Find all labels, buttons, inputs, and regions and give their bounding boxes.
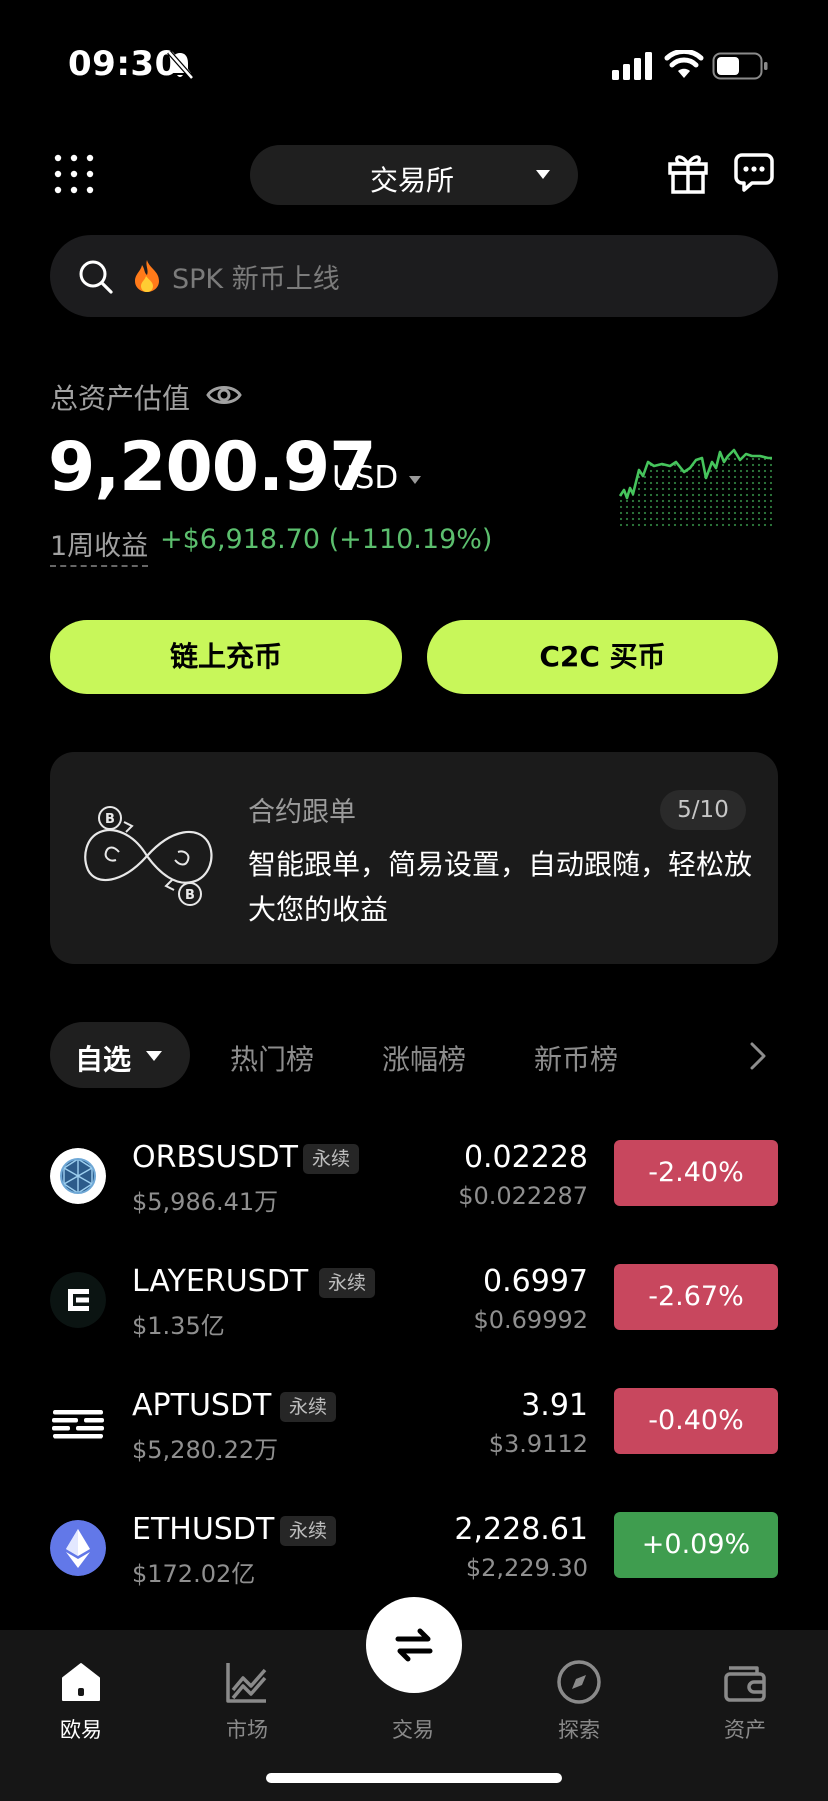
onchain-deposit-button[interactable]: 链上充币 bbox=[50, 620, 402, 694]
search-placeholder: SPK 新币上线 bbox=[172, 264, 340, 295]
compass-icon bbox=[557, 1660, 601, 1704]
chevron-down-icon bbox=[536, 170, 550, 179]
pair-volume: $5,986.41万 bbox=[132, 1188, 279, 1216]
pair-symbol: APTUSDT bbox=[132, 1388, 272, 1423]
exchange-mode-label: 交易所 bbox=[370, 164, 455, 197]
pair-fiat-price: $0.69992 bbox=[473, 1306, 588, 1334]
market-row-aptusdt[interactable]: APTUSDT 永续 $5,280.22万 3.91 $3.9112 -0.40… bbox=[0, 1372, 828, 1482]
market-row-orbsusdt[interactable]: ORBSUSDT 永续 $5,986.41万 0.02228 $0.022287… bbox=[0, 1124, 828, 1234]
chevron-right-icon[interactable] bbox=[746, 1040, 770, 1072]
apps-grid-icon[interactable] bbox=[54, 154, 94, 194]
pair-fiat-price: $0.022287 bbox=[458, 1182, 588, 1210]
weekly-pnl-value: +$6,918.70 (+110.19%) bbox=[160, 524, 493, 555]
copy-trading-description: 智能跟单，简易设置，自动跟随，轻松放大您的收益 bbox=[248, 848, 753, 926]
status-bar: 09:30 bbox=[0, 0, 828, 130]
pair-change-badge[interactable]: -0.40% bbox=[614, 1388, 778, 1454]
aptos-logo-icon bbox=[50, 1396, 106, 1452]
svg-text:B: B bbox=[105, 812, 115, 827]
wifi-icon bbox=[664, 50, 704, 78]
total-assets-label: 总资产估值 bbox=[50, 382, 191, 415]
pair-change-badge[interactable]: -2.40% bbox=[614, 1140, 778, 1206]
pair-price: 0.02228 bbox=[463, 1140, 588, 1175]
gift-icon[interactable] bbox=[668, 152, 708, 194]
nav-discover[interactable]: 探索 bbox=[524, 1658, 634, 1744]
tab-new-listings[interactable]: 新币榜 bbox=[534, 1038, 618, 1078]
pair-change-badge[interactable]: -2.67% bbox=[614, 1264, 778, 1330]
nav-trade-label: 交易 bbox=[392, 1718, 434, 1742]
eye-icon[interactable] bbox=[206, 380, 242, 410]
layer-logo-icon bbox=[50, 1272, 106, 1328]
pair-symbol: LAYERUSDT bbox=[132, 1264, 309, 1299]
status-time: 09:30 bbox=[68, 44, 179, 84]
tab-top-gainers[interactable]: 涨幅榜 bbox=[382, 1038, 466, 1078]
tab-hot-list[interactable]: 热门榜 bbox=[230, 1038, 314, 1078]
perpetual-tag: 永续 bbox=[280, 1516, 337, 1546]
battery-icon bbox=[712, 52, 768, 80]
nav-assets-label: 资产 bbox=[724, 1718, 766, 1742]
pair-fiat-price: $2,229.30 bbox=[465, 1554, 588, 1582]
messages-icon[interactable] bbox=[734, 152, 774, 192]
currency-unit[interactable]: USD bbox=[332, 460, 398, 496]
nav-home[interactable]: 欧易 bbox=[26, 1658, 136, 1744]
pair-price: 2,228.61 bbox=[454, 1512, 588, 1547]
perpetual-tag: 永续 bbox=[303, 1144, 360, 1174]
nav-assets[interactable]: 资产 bbox=[690, 1658, 800, 1744]
cellular-signal-icon bbox=[612, 52, 652, 80]
search-bar[interactable]: SPK 新币上线 bbox=[50, 235, 778, 317]
ethereum-logo-icon bbox=[50, 1520, 106, 1576]
nav-market[interactable]: 市场 bbox=[192, 1658, 302, 1744]
total-assets-value: 9,200.97 bbox=[48, 428, 377, 507]
bell-muted-icon bbox=[167, 50, 194, 80]
pair-change-badge[interactable]: +0.09% bbox=[614, 1512, 778, 1578]
svg-text:B: B bbox=[185, 888, 195, 903]
nav-market-label: 市场 bbox=[226, 1718, 268, 1742]
c2c-buy-button[interactable]: C2C 买币 bbox=[427, 620, 778, 694]
perpetual-tag: 永续 bbox=[280, 1392, 337, 1422]
market-chart-icon bbox=[226, 1663, 267, 1703]
asset-trend-sparkline bbox=[618, 448, 772, 528]
pair-price: 0.6997 bbox=[483, 1264, 588, 1299]
nav-discover-label: 探索 bbox=[558, 1718, 600, 1742]
nav-home-label: 欧易 bbox=[60, 1718, 102, 1742]
market-row-layerusdt[interactable]: LAYERUSDT 永续 $1.35亿 0.6997 $0.69992 -2.6… bbox=[0, 1248, 828, 1358]
copy-trading-title: 合约跟单 bbox=[248, 797, 356, 828]
exchange-mode-dropdown[interactable]: 交易所 bbox=[250, 145, 578, 205]
copy-trading-page-badge: 5/10 bbox=[660, 790, 746, 830]
wallet-icon bbox=[724, 1666, 766, 1702]
currency-caret-icon[interactable] bbox=[409, 476, 421, 484]
pair-volume: $1.35亿 bbox=[132, 1312, 225, 1340]
home-indicator bbox=[266, 1773, 562, 1783]
copy-trading-card[interactable]: B B 合约跟单 5/10 智能跟单，简易设置，自动跟随，轻松放大您的收益 bbox=[50, 752, 778, 964]
swap-arrows-icon bbox=[395, 1628, 433, 1662]
chevron-down-icon bbox=[146, 1051, 162, 1061]
weekly-pnl-label[interactable]: 1周收益 bbox=[50, 524, 149, 567]
search-icon bbox=[79, 260, 113, 294]
perpetual-tag: 永续 bbox=[319, 1268, 376, 1298]
tab-favorites-label: 自选 bbox=[75, 1043, 132, 1076]
pair-volume: $172.02亿 bbox=[132, 1560, 256, 1588]
pair-symbol: ETHUSDT bbox=[132, 1512, 275, 1547]
copy-trading-infinity-icon: B B bbox=[84, 806, 213, 906]
fire-icon bbox=[135, 260, 159, 292]
pair-volume: $5,280.22万 bbox=[132, 1436, 279, 1464]
home-icon bbox=[62, 1663, 100, 1701]
orbs-logo-icon bbox=[50, 1148, 106, 1204]
trade-swap-button[interactable] bbox=[366, 1597, 462, 1693]
pair-fiat-price: $3.9112 bbox=[488, 1430, 588, 1458]
tab-favorites[interactable]: 自选 bbox=[50, 1022, 190, 1088]
pair-price: 3.91 bbox=[521, 1388, 588, 1423]
market-row-ethusdt[interactable]: ETHUSDT 永续 $172.02亿 2,228.61 $2,229.30 +… bbox=[0, 1496, 828, 1606]
pair-symbol: ORBSUSDT bbox=[132, 1140, 298, 1175]
